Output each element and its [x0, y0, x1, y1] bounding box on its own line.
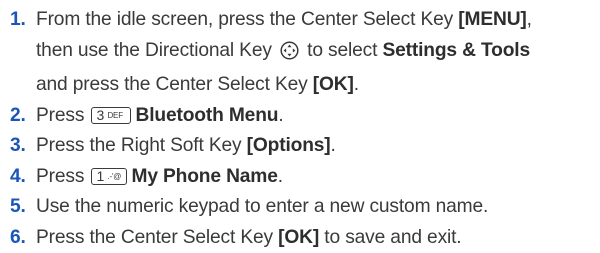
- step-line: then use the Directional Key to select S…: [36, 36, 598, 71]
- instruction-steps: 1. From the idle screen, press the Cente…: [10, 5, 598, 253]
- step-text: From the idle screen, press the Center S…: [36, 5, 598, 101]
- text-fragment: then use the Directional Key: [36, 39, 277, 61]
- keypad-1-icon: 1 .-'@: [91, 167, 128, 185]
- text-fragment: .: [278, 104, 284, 126]
- keypad-3-icon: 3 DEF: [91, 106, 132, 124]
- text-fragment: Press: [36, 104, 90, 126]
- key-letters: DEF: [107, 110, 123, 120]
- step-5: 5. Use the numeric keypad to enter a new…: [10, 192, 598, 223]
- step-line: From the idle screen, press the Center S…: [36, 5, 598, 36]
- key-digit: 1: [96, 167, 105, 184]
- text-fragment: Press: [36, 165, 90, 187]
- key-digit: 3: [96, 106, 105, 123]
- text-fragment: .: [330, 135, 336, 156]
- text-fragment: Press the Right Soft Key: [36, 135, 247, 156]
- directional-key-icon: [280, 40, 299, 71]
- text-fragment: to select: [301, 39, 383, 61]
- step-number: 6.: [10, 226, 26, 248]
- text-fragment: Press the Center Select Key: [36, 226, 279, 248]
- step-1: 1. From the idle screen, press the Cente…: [10, 5, 598, 101]
- options-key-label: [Options]: [246, 135, 331, 156]
- bluetooth-menu-label: Bluetooth Menu: [135, 104, 279, 126]
- my-phone-name-label: My Phone Name: [131, 165, 278, 187]
- step-line: and press the Center Select Key [OK].: [36, 70, 598, 101]
- step-2: 2. Press 3 DEF Bluetooth Menu.: [10, 101, 598, 132]
- step-3: 3. Press the Right Soft Key [Options].: [10, 131, 598, 162]
- step-text: Press the Right Soft Key [Options].: [36, 131, 598, 162]
- text-fragment: From the idle screen, press the Center S…: [36, 9, 459, 30]
- text-fragment: .: [353, 74, 359, 95]
- text-fragment: to save and exit.: [319, 226, 462, 248]
- step-number: 3.: [10, 135, 26, 156]
- key-letters: .-'@: [107, 171, 122, 181]
- menu-key-label: [MENU]: [458, 9, 527, 30]
- step-6: 6. Press the Center Select Key [OK] to s…: [10, 223, 598, 253]
- step-4: 4. Press 1 .-'@ My Phone Name.: [10, 162, 598, 193]
- step-number: 2.: [10, 104, 26, 126]
- text-fragment: .: [277, 165, 283, 187]
- step-text: Press the Center Select Key [OK] to save…: [36, 223, 598, 253]
- step-text: Press 3 DEF Bluetooth Menu.: [36, 101, 598, 132]
- step-number: 4.: [10, 165, 26, 187]
- settings-tools-label: Settings & Tools: [382, 39, 530, 61]
- ok-key-label: [OK]: [312, 74, 354, 95]
- text-fragment: ,: [526, 9, 532, 30]
- step-text: Press 1 .-'@ My Phone Name.: [36, 162, 598, 193]
- step-text: Use the numeric keypad to enter a new cu…: [36, 196, 489, 217]
- text-fragment: and press the Center Select Key: [36, 74, 313, 95]
- step-number: 5.: [10, 196, 26, 217]
- step-number: 1.: [10, 9, 26, 30]
- ok-key-label: [OK]: [278, 226, 320, 248]
